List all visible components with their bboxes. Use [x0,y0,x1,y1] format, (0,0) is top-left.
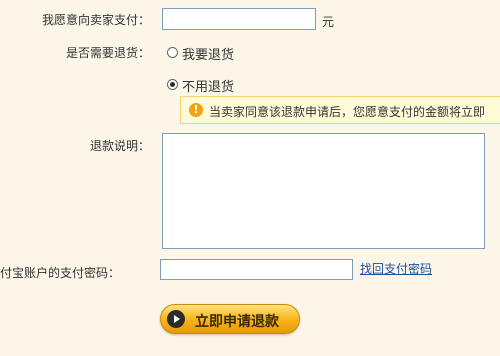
refund-notice-text: 当卖家同意该退款申请后，您愿意支付的金额将立即 [209,105,486,119]
apply-refund-button[interactable]: 立即申请退款 [160,304,300,334]
radio-return-goods[interactable] [167,47,178,58]
warning-icon: ! [189,103,203,117]
payment-password-input[interactable] [160,259,353,280]
pay-amount-label: 我愿意向卖家支付： [41,13,150,27]
play-arrow-icon [167,310,185,328]
payment-password-label: 付宝账户的支付密码： [0,266,121,280]
currency-unit: 元 [322,15,335,29]
radio-return-goods-label[interactable]: 我要退货 [182,44,234,63]
refund-explanation-label: 退款说明： [89,139,150,153]
refund-notice: ! 当卖家同意该退款申请后，您愿意支付的金额将立即 [180,96,500,124]
refund-explanation-textarea[interactable] [162,133,485,249]
forgot-password-link[interactable]: 找回支付密码 [360,260,432,277]
pay-amount-input[interactable] [162,8,316,30]
return-question-label: 是否需要退货： [65,46,150,60]
radio-no-return-label[interactable]: 不用退货 [182,76,234,95]
apply-refund-button-label: 立即申请退款 [195,314,279,330]
radio-no-return[interactable] [167,79,178,90]
